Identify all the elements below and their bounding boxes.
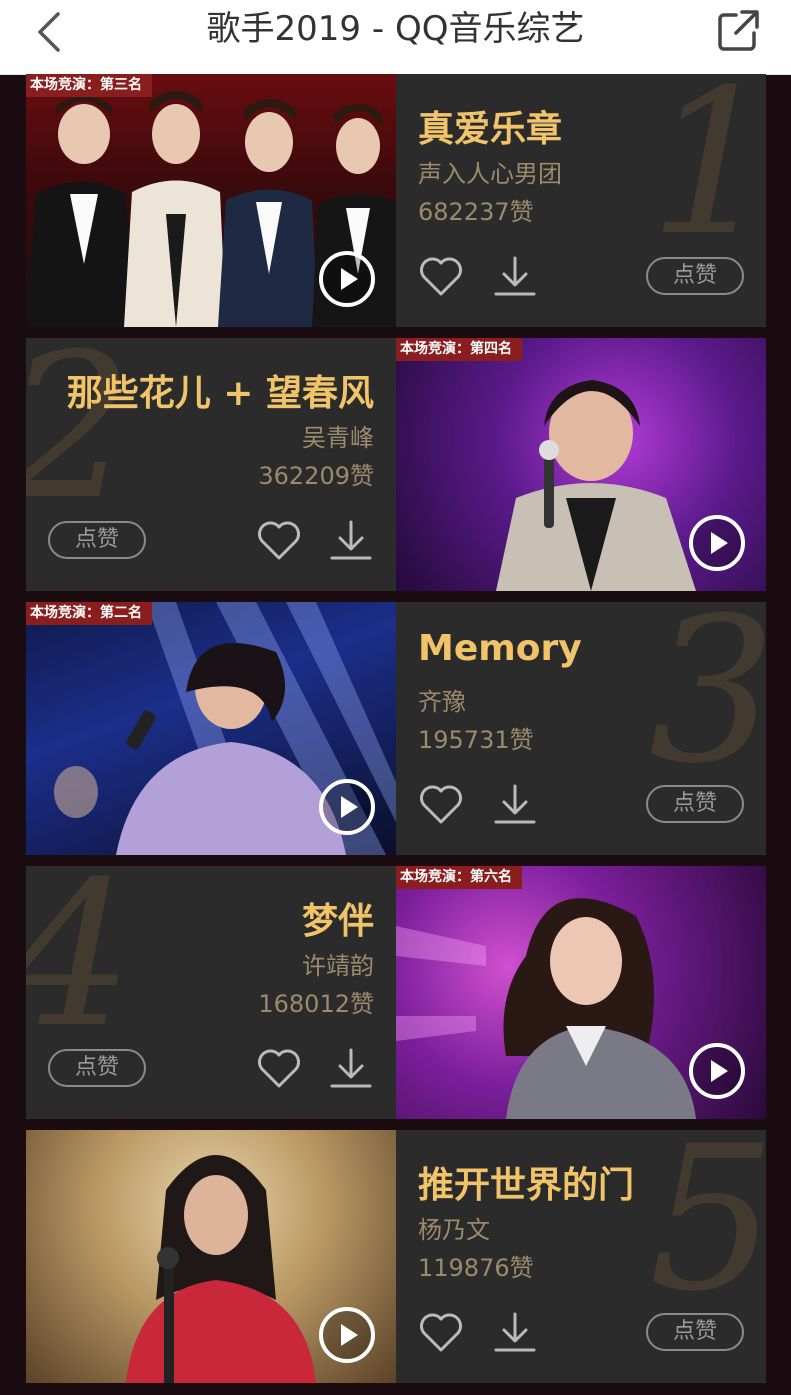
- song-title[interactable]: 那些花儿 + 望春风: [67, 364, 374, 416]
- performance-info: 4 梦伴 许靖韵 168012赞 点赞: [26, 866, 396, 1119]
- song-title[interactable]: 推开世界的门: [418, 1156, 634, 1208]
- play-icon: [689, 1043, 745, 1099]
- favorite-button[interactable]: [418, 782, 464, 826]
- top-bar: 歌手2019 - QQ音乐综艺: [0, 0, 791, 75]
- play-icon: [319, 779, 375, 835]
- singer-name: 许靖韵: [302, 952, 374, 980]
- play-button[interactable]: [318, 1306, 376, 1364]
- performance-photo[interactable]: 本场竞演：第六名: [396, 866, 766, 1119]
- chevron-left-icon: [38, 12, 60, 52]
- rank-number: 1: [648, 74, 766, 280]
- like-count: 168012赞: [258, 990, 374, 1018]
- performance-photo[interactable]: 本场竞演：第二名: [26, 602, 396, 855]
- favorite-button[interactable]: [418, 1310, 464, 1354]
- performance-info: 5 推开世界的门 杨乃文 119876赞 点赞: [396, 1130, 766, 1383]
- play-button[interactable]: [318, 778, 376, 836]
- heart-icon: [258, 1049, 300, 1088]
- like-button[interactable]: 点赞: [48, 1049, 146, 1087]
- ranking-badge: 本场竞演：第二名: [26, 602, 152, 625]
- like-count: 362209赞: [258, 462, 374, 490]
- play-icon: [689, 515, 745, 571]
- performance-card-3[interactable]: 本场竞演：第二名 3 Memory 齐豫 195731赞 点赞: [26, 602, 766, 855]
- singer-name: 杨乃文: [418, 1216, 490, 1244]
- like-count: 682237赞: [418, 198, 534, 226]
- song-title[interactable]: 真爱乐章: [418, 100, 562, 152]
- performance-card-5[interactable]: 5 推开世界的门 杨乃文 119876赞 点赞: [26, 1130, 766, 1383]
- play-button[interactable]: [318, 250, 376, 308]
- favorite-button[interactable]: [418, 254, 464, 298]
- play-button[interactable]: [688, 514, 746, 572]
- download-icon: [330, 520, 372, 560]
- external-share-icon: [718, 10, 759, 51]
- performance-photo[interactable]: [26, 1130, 396, 1383]
- play-icon: [319, 1307, 375, 1363]
- download-icon: [494, 256, 536, 296]
- performance-photo[interactable]: 本场竞演：第三名: [26, 74, 396, 327]
- heart-icon: [420, 257, 462, 296]
- song-title[interactable]: 梦伴: [302, 892, 374, 944]
- heart-icon: [420, 1313, 462, 1352]
- like-button[interactable]: 点赞: [646, 257, 744, 295]
- like-count: 119876赞: [418, 1254, 534, 1282]
- download-icon: [494, 1312, 536, 1352]
- download-button[interactable]: [492, 782, 538, 826]
- heart-icon: [420, 785, 462, 824]
- like-button[interactable]: 点赞: [646, 785, 744, 823]
- ranking-badge: 本场竞演：第三名: [26, 74, 152, 97]
- like-count: 195731赞: [418, 726, 534, 754]
- performance-info: 1 真爱乐章 声入人心男团 682237赞 点赞: [396, 74, 766, 327]
- download-icon: [330, 1048, 372, 1088]
- singer-name: 齐豫: [418, 688, 466, 716]
- rank-number: 5: [648, 1130, 766, 1336]
- like-button[interactable]: 点赞: [48, 521, 146, 559]
- ranking-badge: 本场竞演：第四名: [396, 338, 522, 361]
- performance-card-4[interactable]: 4 梦伴 许靖韵 168012赞 点赞: [26, 866, 766, 1119]
- song-title[interactable]: Memory: [418, 628, 582, 669]
- back-button[interactable]: [28, 10, 72, 54]
- ranking-badge: 本场竞演：第六名: [396, 866, 522, 889]
- rank-number: 3: [648, 602, 766, 808]
- download-icon: [494, 784, 536, 824]
- performance-card-1[interactable]: 本场竞演：第三名 1 真爱乐章 声入人心男团 682237赞 点赞: [26, 74, 766, 327]
- singer-name: 吴青峰: [302, 424, 374, 452]
- heart-icon: [258, 521, 300, 560]
- performance-card-2[interactable]: 2 那些花儿 + 望春风 吴青峰 362209赞 点赞: [26, 338, 766, 591]
- share-button[interactable]: [714, 7, 762, 55]
- favorite-button[interactable]: [256, 518, 302, 562]
- performance-info: 2 那些花儿 + 望春风 吴青峰 362209赞 点赞: [26, 338, 396, 591]
- download-button[interactable]: [492, 254, 538, 298]
- download-button[interactable]: [328, 518, 374, 562]
- like-button[interactable]: 点赞: [646, 1313, 744, 1351]
- rank-number: 4: [26, 866, 133, 1056]
- download-button[interactable]: [328, 1046, 374, 1090]
- play-icon: [319, 251, 375, 307]
- download-button[interactable]: [492, 1310, 538, 1354]
- singer-name: 声入人心男团: [418, 160, 562, 188]
- play-button[interactable]: [688, 1042, 746, 1100]
- page-title: 歌手2019 - QQ音乐综艺: [206, 9, 585, 49]
- performance-info: 3 Memory 齐豫 195731赞 点赞: [396, 602, 766, 855]
- performance-photo[interactable]: 本场竞演：第四名: [396, 338, 766, 591]
- favorite-button[interactable]: [256, 1046, 302, 1090]
